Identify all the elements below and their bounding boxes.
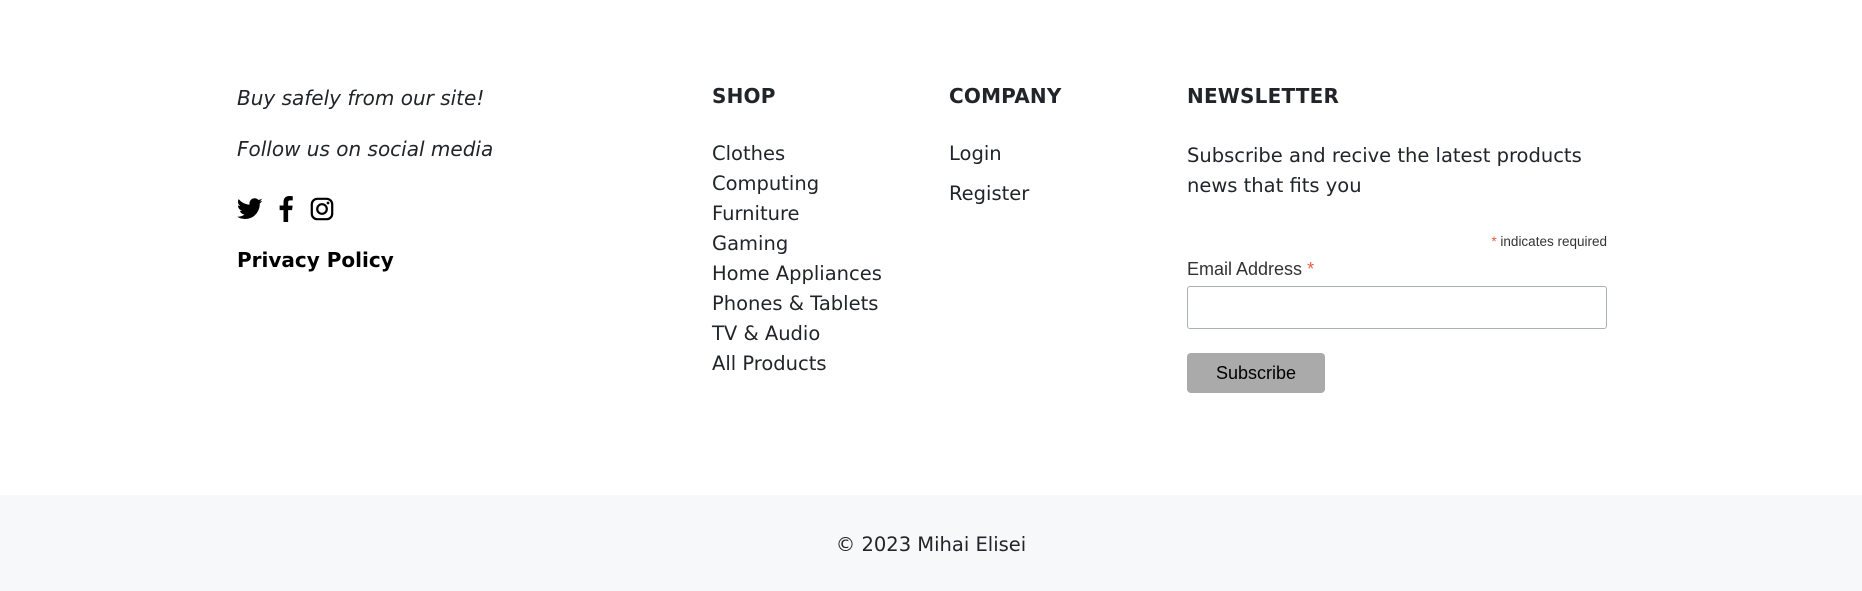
email-field[interactable] [1187, 286, 1607, 329]
email-label: Email Address * [1187, 259, 1314, 280]
required-note: * indicates required [1491, 234, 1607, 249]
twitter-icon[interactable] [237, 196, 263, 222]
company-list: Login Register [949, 141, 1029, 221]
shop-list: Clothes Computing Furniture Gaming Home … [712, 141, 882, 381]
newsletter-description: Subscribe and recive the latest products… [1187, 144, 1582, 197]
list-item: Phones & Tablets [712, 291, 882, 321]
shop-link-all-products[interactable]: All Products [712, 352, 827, 375]
login-link[interactable]: Login [949, 142, 1002, 165]
footer-main: Buy safely from our site! Follow us on s… [0, 0, 1862, 495]
list-item: Gaming [712, 231, 882, 261]
shop-link-tv-audio[interactable]: TV & Audio [712, 322, 820, 345]
subscribe-button[interactable]: Subscribe [1187, 353, 1325, 393]
email-required-asterisk: * [1307, 259, 1315, 279]
shop-title: SHOP [712, 84, 776, 108]
list-item: All Products [712, 351, 882, 381]
list-item: Clothes [712, 141, 882, 171]
list-item: Home Appliances [712, 261, 882, 291]
shop-link-phones-tablets[interactable]: Phones & Tablets [712, 292, 878, 315]
required-note-text: indicates required [1496, 234, 1607, 249]
shop-link-furniture[interactable]: Furniture [712, 202, 800, 225]
list-item: Computing [712, 171, 882, 201]
tagline-social: Follow us on social media [237, 137, 494, 161]
instagram-icon[interactable] [309, 196, 335, 222]
social-links [237, 196, 335, 222]
shop-link-clothes[interactable]: Clothes [712, 142, 785, 165]
shop-link-home-appliances[interactable]: Home Appliances [712, 262, 882, 285]
privacy-policy-link[interactable]: Privacy Policy [237, 248, 394, 272]
list-item: Login [949, 141, 1029, 181]
copyright-bar: © 2023 Mihai Elisei [0, 495, 1862, 591]
shop-link-computing[interactable]: Computing [712, 172, 819, 195]
shop-link-gaming[interactable]: Gaming [712, 232, 788, 255]
list-item: Furniture [712, 201, 882, 231]
copyright-text: © 2023 Mihai Elisei [835, 533, 1027, 556]
company-title: COMPANY [949, 84, 1062, 108]
email-label-text: Email Address [1187, 259, 1308, 279]
tagline-safe: Buy safely from our site! [237, 86, 485, 110]
list-item: Register [949, 181, 1029, 221]
newsletter-title: NEWSLETTER [1187, 84, 1340, 108]
facebook-icon[interactable] [273, 196, 299, 222]
list-item: TV & Audio [712, 321, 882, 351]
register-link[interactable]: Register [949, 182, 1029, 205]
